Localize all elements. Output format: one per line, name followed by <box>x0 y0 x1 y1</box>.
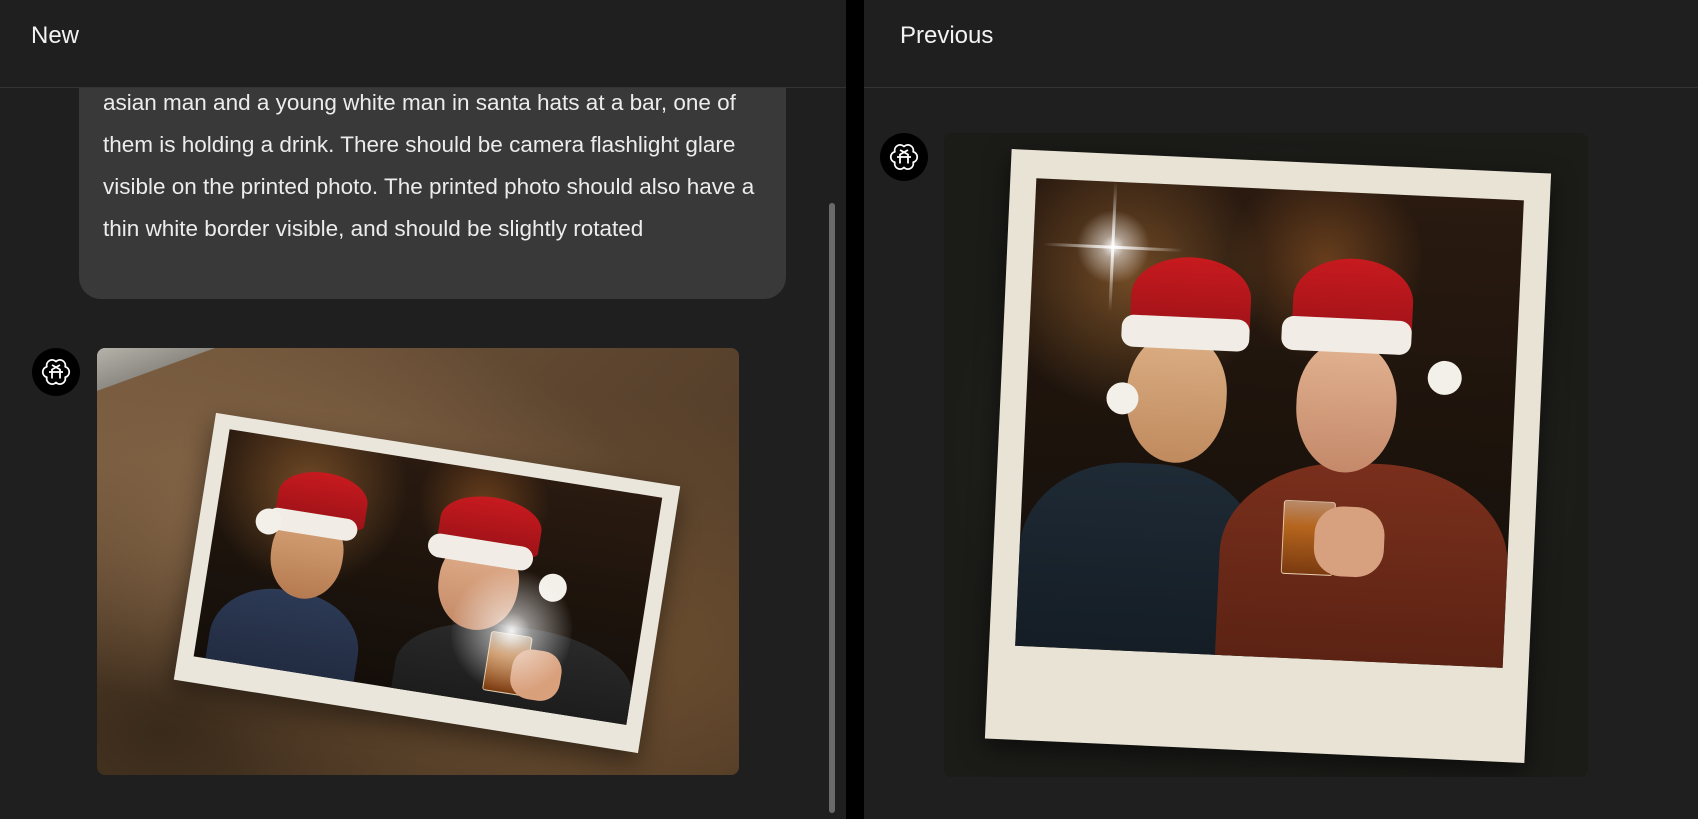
image-prop-slab <box>97 348 267 395</box>
assistant-avatar <box>32 348 80 396</box>
openai-logo-icon <box>41 359 71 385</box>
new-comparison-pane: asian man and a young white man in santa… <box>0 0 846 819</box>
printed-photo <box>173 412 681 754</box>
pane-title-new: New <box>31 22 80 49</box>
photo-scene <box>1015 178 1524 668</box>
pane-header: New <box>0 0 846 88</box>
assistant-avatar <box>880 133 928 181</box>
pane-title-previous: Previous <box>900 22 994 49</box>
user-message-text: asian man and a young white man in santa… <box>103 90 755 241</box>
polaroid-photo <box>984 149 1552 763</box>
openai-logo-icon <box>889 144 919 170</box>
photo-scene <box>193 429 663 725</box>
scrollbar[interactable] <box>829 203 835 813</box>
generated-image-new[interactable] <box>97 348 739 775</box>
pane-header: Previous <box>864 0 1698 88</box>
generated-image-previous[interactable] <box>944 133 1588 777</box>
